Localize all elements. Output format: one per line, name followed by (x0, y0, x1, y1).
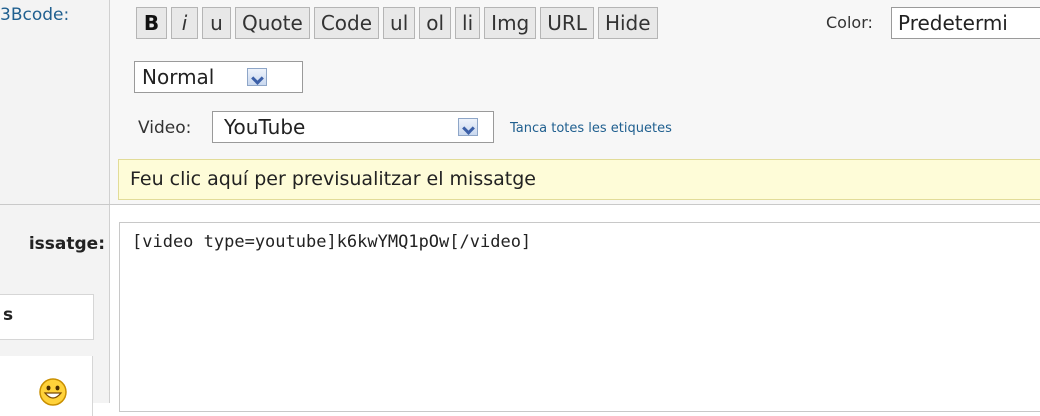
size-select[interactable]: Normal (134, 61, 303, 93)
bbcode-toolbar: B i u Quote Code ul ol li Img URL Hide (136, 7, 662, 41)
smilies-box (0, 356, 93, 416)
url-button[interactable]: URL (540, 7, 594, 39)
bbcode-label: 3Bcode: (0, 5, 70, 25)
message-textarea[interactable]: [video type=youtube]k6kwYMQ1pOw[/video] (119, 222, 1040, 412)
row-divider (0, 204, 1040, 205)
preview-link[interactable]: Feu clic aquí per previsualitzar el miss… (118, 159, 1040, 200)
code-button[interactable]: Code (313, 7, 380, 39)
ul-button[interactable]: ul (383, 7, 416, 39)
chevron-down-icon[interactable] (247, 68, 267, 86)
color-select[interactable]: Predetermi (891, 7, 1040, 39)
ol-button[interactable]: ol (419, 7, 452, 39)
video-select[interactable]: YouTube (212, 111, 494, 143)
video-label: Video: (138, 118, 192, 138)
hide-button[interactable]: Hide (597, 7, 658, 39)
message-label: issatge: (28, 234, 105, 254)
quote-button[interactable]: Quote (235, 7, 310, 39)
img-button[interactable]: Img (484, 7, 537, 39)
side-box[interactable]: s (0, 294, 94, 340)
chevron-down-icon[interactable] (458, 118, 478, 136)
close-all-tags-link[interactable]: Tanca totes les etiquetes (510, 121, 672, 136)
video-select-value: YouTube (224, 115, 306, 139)
label-column: 3Bcode: issatge: s (0, 0, 110, 416)
color-label: Color: (826, 13, 873, 32)
li-button[interactable]: li (455, 7, 481, 39)
bold-button[interactable]: B (136, 7, 167, 39)
size-select-value: Normal (142, 65, 215, 89)
side-box-label: s (3, 305, 14, 325)
underline-button[interactable]: u (202, 7, 231, 39)
italic-button[interactable]: i (171, 7, 198, 39)
